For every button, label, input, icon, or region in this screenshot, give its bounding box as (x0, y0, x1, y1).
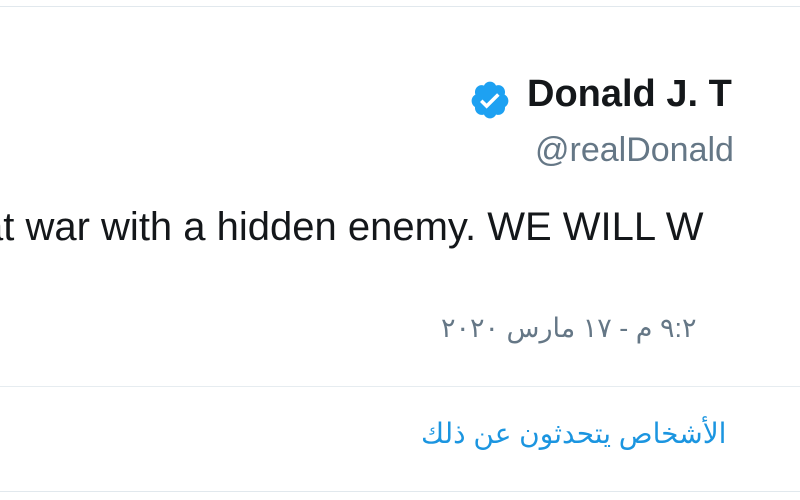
tweet-text: . at war with a hidden enemy. WE WILL W (0, 205, 703, 250)
tweet-text-body: at war with a hidden enemy. WE WILL W (0, 205, 704, 249)
author-display-name[interactable]: Donald J. T (527, 73, 732, 116)
tweet-card[interactable]: Donald J. T @realDonald . at war with a … (0, 6, 800, 492)
verified-badge-icon (471, 81, 509, 119)
tweet-timestamp[interactable]: ٩:٢ م - ١٧ مارس ٢٠٢٠ (441, 313, 696, 344)
people-talking-link[interactable]: الأشخاص يتحدثون عن ذلك (421, 417, 726, 450)
divider (0, 386, 800, 387)
author-handle[interactable]: @realDonald (535, 131, 734, 170)
